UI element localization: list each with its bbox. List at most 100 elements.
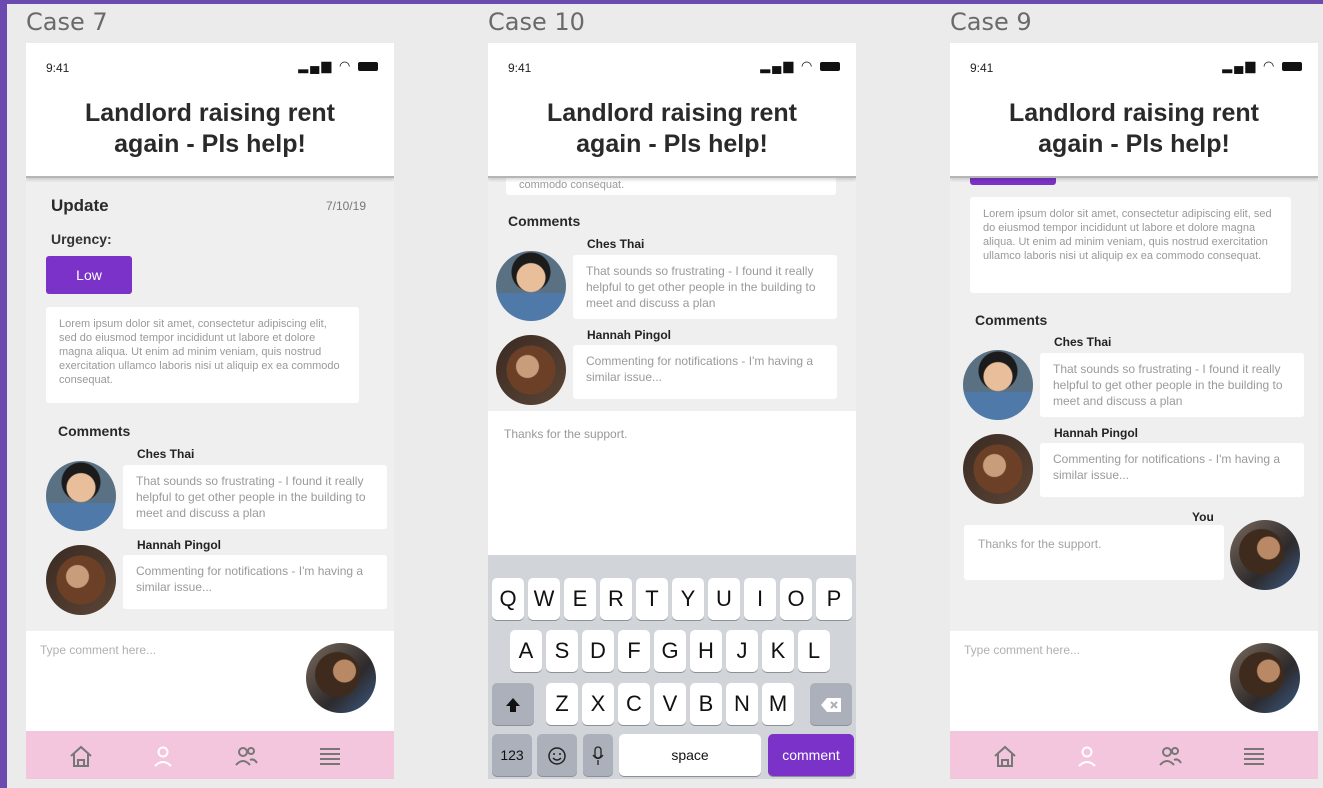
urgency-low-button[interactable]: Low [46, 256, 132, 294]
key-w[interactable]: W [528, 578, 560, 620]
post-header: 9:41 ▂▄▆ ◠ Landlord raising rent again -… [950, 43, 1318, 178]
comment-text: That sounds so frustrating - I found it … [573, 255, 837, 319]
comment-submit-key[interactable]: comment [768, 734, 854, 776]
space-key[interactable]: space [619, 734, 761, 776]
home-icon[interactable] [990, 741, 1020, 771]
key-e[interactable]: E [564, 578, 596, 620]
wifi-icon: ◠ [339, 58, 353, 73]
key-c[interactable]: C [618, 683, 650, 725]
signal-icon: ▂▄▆ [298, 58, 334, 73]
post-title: Landlord raising rent again - Pls help! [26, 98, 394, 160]
user-avatar[interactable] [1230, 520, 1300, 590]
battery-icon [1282, 62, 1302, 72]
comment-input-area[interactable]: Thanks for the support. [488, 411, 856, 555]
profile-icon[interactable] [148, 741, 178, 771]
key-g[interactable]: G [654, 630, 686, 672]
status-time: 9:41 [970, 61, 994, 75]
update-body: Lorem ipsum dolor sit amet, consectetur … [46, 307, 359, 403]
post-title-line-1: Landlord raising rent [84, 99, 336, 127]
shift-key[interactable] [492, 683, 534, 725]
avatar[interactable] [963, 434, 1033, 504]
post-header: 9:41 ▂▄▆ ◠ Landlord raising rent again -… [488, 43, 856, 178]
your-comment-text: Thanks for the support. [964, 525, 1224, 580]
user-avatar[interactable] [1230, 643, 1300, 713]
key-m[interactable]: M [762, 683, 794, 725]
key-f[interactable]: F [618, 630, 650, 672]
avatar[interactable] [496, 251, 566, 321]
shift-icon [506, 698, 520, 713]
post-title-line-2: again - Pls help! [114, 130, 306, 158]
home-icon[interactable] [66, 741, 96, 771]
key-t[interactable]: T [636, 578, 668, 620]
people-icon[interactable] [1155, 741, 1185, 771]
avatar[interactable] [46, 545, 116, 615]
update-body: Lorem ipsum dolor sit amet, consectetur … [970, 197, 1291, 293]
key-s[interactable]: S [546, 630, 578, 672]
key-o[interactable]: O [780, 578, 812, 620]
key-n[interactable]: N [726, 683, 758, 725]
wifi-icon: ◠ [801, 58, 815, 73]
comment-input-area[interactable]: Type comment here... [26, 631, 394, 731]
key-v[interactable]: V [654, 683, 686, 725]
numbers-key[interactable]: 123 [492, 734, 532, 776]
profile-icon[interactable] [1072, 741, 1102, 771]
mic-key[interactable] [583, 734, 613, 776]
key-y[interactable]: Y [672, 578, 704, 620]
emoji-key[interactable] [537, 734, 577, 776]
key-k[interactable]: K [762, 630, 794, 672]
key-l[interactable]: L [798, 630, 830, 672]
key-x[interactable]: X [582, 683, 614, 725]
microphone-icon [592, 746, 604, 766]
comment-input-placeholder[interactable]: Type comment here... [40, 643, 156, 657]
backspace-key[interactable] [810, 683, 852, 725]
comment-author: Ches Thai [587, 237, 645, 251]
comment-text: That sounds so frustrating - I found it … [1040, 353, 1304, 417]
menu-icon[interactable] [315, 741, 345, 771]
status-icons: ▂▄▆ ◠ [1222, 58, 1302, 74]
urgency-label: Urgency: [51, 231, 112, 247]
comment-input-placeholder[interactable]: Type comment here... [964, 643, 1080, 657]
phone-case-7: 9:41 ▂▄▆ ◠ Landlord raising rent again -… [26, 43, 394, 779]
avatar[interactable] [963, 350, 1033, 420]
key-d[interactable]: D [582, 630, 614, 672]
status-time: 9:41 [46, 61, 70, 75]
comment-author-you: You [1192, 510, 1214, 524]
avatar[interactable] [496, 335, 566, 405]
people-icon[interactable] [231, 741, 261, 771]
post-header: 9:41 ▂▄▆ ◠ Landlord raising rent again -… [26, 43, 394, 178]
comment-text: Commenting for notifications - I'm havin… [573, 345, 837, 399]
post-title-line-2: again - Pls help! [576, 130, 768, 158]
signal-icon: ▂▄▆ [1222, 58, 1258, 73]
key-r[interactable]: R [600, 578, 632, 620]
case-9-label: Case 9 [950, 8, 1032, 36]
key-b[interactable]: B [690, 683, 722, 725]
comment-author: Hannah Pingol [137, 538, 221, 552]
emoji-icon [548, 747, 566, 765]
status-icons: ▂▄▆ ◠ [760, 58, 840, 74]
key-h[interactable]: H [690, 630, 722, 672]
key-a[interactable]: A [510, 630, 542, 672]
key-i[interactable]: I [744, 578, 776, 620]
key-u[interactable]: U [708, 578, 740, 620]
status-time: 9:41 [508, 61, 532, 75]
avatar[interactable] [46, 461, 116, 531]
post-title-line-2: again - Pls help! [1038, 130, 1230, 158]
key-j[interactable]: J [726, 630, 758, 672]
comment-input-area[interactable]: Type comment here... [950, 631, 1318, 731]
backspace-icon [821, 698, 841, 713]
key-z[interactable]: Z [546, 683, 578, 725]
key-q[interactable]: Q [492, 578, 524, 620]
comment-text: Commenting for notifications - I'm havin… [1040, 443, 1304, 497]
signal-icon: ▂▄▆ [760, 58, 796, 73]
post-title: Landlord raising rent again - Pls help! [488, 98, 856, 160]
user-avatar[interactable] [306, 643, 376, 713]
post-title-line-1: Landlord raising rent [546, 99, 798, 127]
comment-text: That sounds so frustrating - I found it … [123, 465, 387, 529]
comment-input-draft[interactable]: Thanks for the support. [504, 427, 627, 441]
bottom-nav [26, 731, 394, 779]
menu-icon[interactable] [1239, 741, 1269, 771]
comments-heading: Comments [508, 213, 581, 229]
key-p[interactable]: P [816, 578, 852, 620]
post-title-line-1: Landlord raising rent [1008, 99, 1260, 127]
comments-heading: Comments [975, 312, 1048, 328]
